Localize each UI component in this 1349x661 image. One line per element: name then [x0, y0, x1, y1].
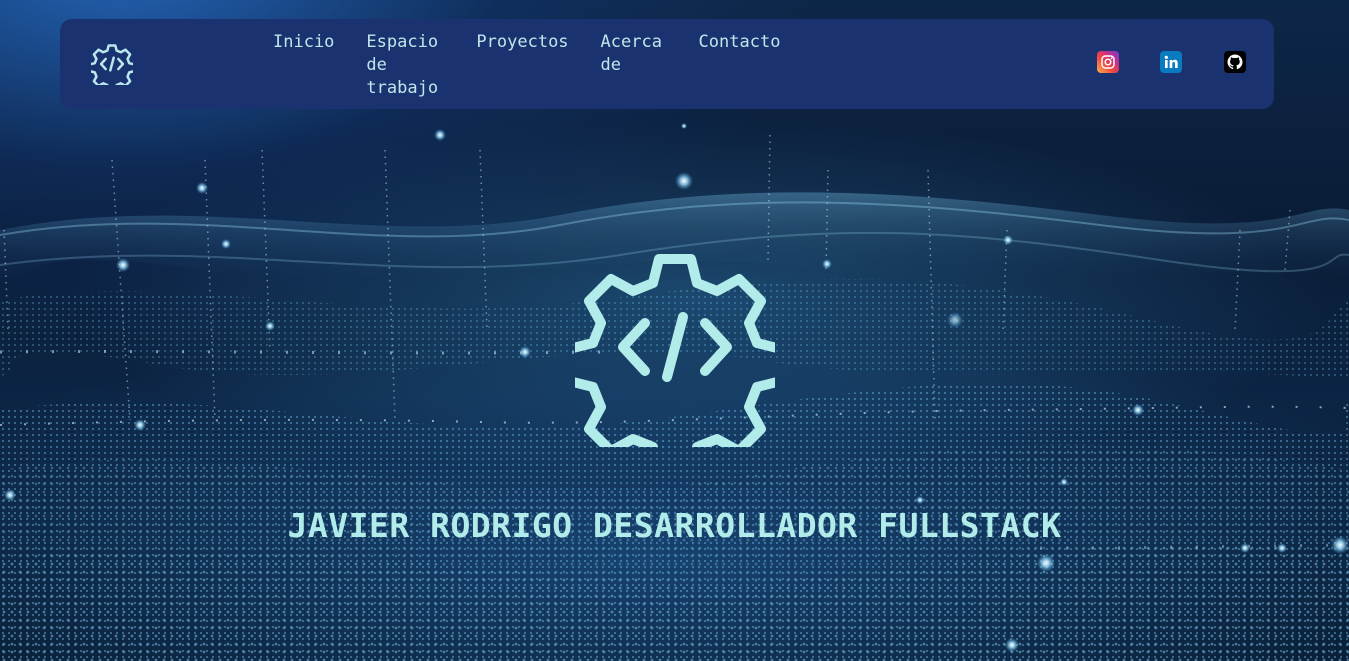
hero-title: JAVIER RODRIGO DESARROLLADOR FULLSTACK	[287, 506, 1062, 545]
nav-item-acerca-de[interactable]: Acerca de	[601, 31, 667, 100]
hero-code-gear-icon	[575, 254, 775, 447]
nav-menu: Inicio Espacio de trabajo Proyectos Acer…	[273, 31, 780, 100]
nav-item-contacto[interactable]: Contacto	[699, 31, 781, 100]
nav-item-espacio-de-trabajo[interactable]: Espacio de trabajo	[366, 31, 444, 100]
page: Inicio Espacio de trabajo Proyectos Acer…	[0, 0, 1349, 661]
instagram-icon[interactable]	[1097, 51, 1119, 73]
instagram-glyph	[1101, 55, 1115, 69]
github-icon[interactable]	[1224, 51, 1246, 73]
linkedin-glyph	[1164, 55, 1178, 68]
github-glyph	[1227, 54, 1243, 70]
code-gear-icon[interactable]	[91, 43, 133, 85]
nav-item-proyectos[interactable]: Proyectos	[476, 31, 568, 100]
navbar: Inicio Espacio de trabajo Proyectos Acer…	[60, 19, 1274, 109]
nav-item-inicio[interactable]: Inicio	[273, 31, 334, 100]
linkedin-icon[interactable]	[1160, 51, 1182, 73]
